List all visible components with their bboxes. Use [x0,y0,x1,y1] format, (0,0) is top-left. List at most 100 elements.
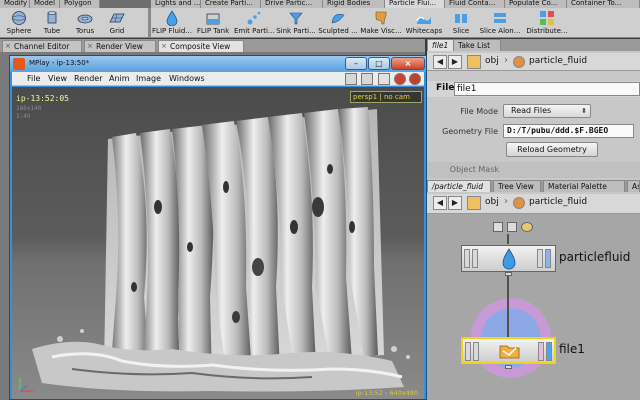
tab-composite-view[interactable]: × Composite View [158,40,244,52]
menu-render[interactable]: Render [74,74,102,83]
mplay-titlebar[interactable]: MPlay - ip-13:50* – □ × [10,56,426,72]
camera-label: persp1 | no cam [353,93,410,101]
tool-sphere[interactable]: Sphere [2,8,36,38]
shelf-tab-lights[interactable]: Lights and ... [151,0,201,8]
shelf-tab-bar: Modify Model Polygon Lights and ... Crea… [0,0,640,8]
maximize-button[interactable]: □ [368,57,390,70]
obj-context-icon[interactable] [467,196,481,210]
forward-icon[interactable]: ▶ [448,55,462,69]
lock-flag[interactable] [473,342,479,361]
close-button[interactable]: × [391,57,425,70]
minimize-icon: – [354,59,358,68]
tool-torus[interactable]: Torus [68,8,102,38]
tool-flip-fluid[interactable]: FLIP Fluid... [152,8,192,38]
file-mode-menu[interactable]: Read Files ⬍ [503,104,591,118]
shelf-tab-particle-fluids[interactable]: Particle Flui... [385,0,445,8]
sphere-icon [12,11,26,25]
template-flag[interactable] [538,342,544,361]
close-icon[interactable]: × [87,41,93,52]
tab-render-view[interactable]: × Render View [84,40,156,52]
node-type-label: File [436,83,455,93]
network-tool-icon[interactable] [507,222,517,232]
path-node[interactable]: particle_fluid [529,56,587,66]
shelf-tab-fluid-containers[interactable]: Fluid Conta... [445,0,505,8]
record-icon[interactable] [409,73,421,85]
fluid-object-icon [513,197,525,209]
render-icon[interactable] [361,73,373,85]
menu-anim[interactable]: Anim [109,74,130,83]
display-flag[interactable] [546,342,552,361]
menu-windows[interactable]: Windows [169,74,205,83]
houdini-window: Modify Model Polygon Lights and ... Crea… [0,0,640,400]
bypass-flag[interactable] [465,342,471,361]
shelf-tab-rigid-bodies[interactable]: Rigid Bodies [323,0,385,8]
tab-take-list[interactable]: Take List [453,39,501,51]
tool-make-viscous[interactable]: Make Visc... [360,8,402,38]
tool-label: Distribute... [526,27,568,35]
path-obj[interactable]: obj [485,197,499,207]
tube-icon [47,11,57,24]
shelf-tab-populate-containers[interactable]: Populate Co... [505,0,567,8]
shelf-tab-modify[interactable]: Modify [0,0,30,8]
tool-slice[interactable]: Slice [446,8,476,38]
emit-particle-icon [247,11,261,25]
node-name-field[interactable]: file1 [454,82,640,96]
node-particlefluid[interactable] [461,245,556,272]
close-icon[interactable]: × [161,41,167,52]
close-icon[interactable]: × [5,41,11,52]
tool-tube[interactable]: Tube [38,8,66,38]
tool-label: Grid [109,27,125,35]
stop-render-icon[interactable] [394,73,406,85]
tool-label: Torus [75,27,95,35]
shelf-tab-create-particles[interactable]: Create Parti... [201,0,261,8]
mplay-image-view[interactable]: ip-13:52:05 186x140 1:49 persp1 | no cam… [12,87,424,399]
shelf-tab-container-tools[interactable]: Container To... [567,0,640,8]
node-label-particlefluid: particlefluid [559,250,631,264]
output-port[interactable] [505,365,512,369]
reload-geometry-button[interactable]: Reload Geometry [506,142,598,157]
path-obj[interactable]: obj [485,56,499,66]
tool-sink-particle[interactable]: Sink Parti... [276,8,316,38]
lock-flag[interactable] [472,249,478,268]
tool-slice-along[interactable]: Slice Alon... [478,8,522,38]
forward-icon[interactable]: ▶ [448,196,462,210]
tab-tree-view[interactable]: Tree View [493,180,541,192]
tool-distribute[interactable]: Distribute... [524,8,570,38]
camera-menu[interactable]: persp1 | no cam [350,91,422,103]
param-header: File file1 [427,81,640,97]
save-icon[interactable] [378,73,390,85]
pin-icon[interactable] [345,73,357,85]
tool-label: Slice Alon... [479,27,521,35]
menu-view[interactable]: View [48,74,67,83]
tool-emit-particle[interactable]: Emit Parti... [234,8,275,38]
shelf-tab-model[interactable]: Model [30,0,60,8]
tab-asset-browser[interactable]: As [627,180,640,192]
back-icon[interactable]: ◀ [433,196,447,210]
back-icon[interactable]: ◀ [433,55,447,69]
minimize-button[interactable]: – [345,57,367,70]
template-flag[interactable] [537,249,543,268]
node-file1[interactable] [461,337,556,364]
display-flag[interactable] [545,249,551,268]
menu-image[interactable]: Image [136,74,161,83]
geometry-file-field[interactable]: D:/T/pubu/ddd.$F.BGEO [503,124,634,138]
sink-particle-icon [289,12,303,25]
tab-channel-editor[interactable]: × Channel Editor [2,40,82,52]
network-editor[interactable]: particlefluid file1 [427,214,640,400]
network-tool-icon[interactable] [493,222,503,232]
tool-sculpted[interactable]: Sculpted ... [318,8,358,38]
tab-particle-fluid[interactable]: /particle_fluid [427,180,491,192]
shelf-tab-drive-particles[interactable]: Drive Partic... [261,0,323,8]
slice-along-icon [494,13,506,23]
path-node[interactable]: particle_fluid [529,197,587,207]
tab-label: Composite View [170,42,231,51]
tool-grid[interactable]: Grid [104,8,130,38]
menu-file[interactable]: File [27,74,40,83]
tab-material-palette[interactable]: Material Palette [543,180,625,192]
obj-context-icon[interactable] [467,55,481,69]
tool-flip-tank[interactable]: FLIP Tank [194,8,232,38]
tool-whitecaps[interactable]: Whitecaps [404,8,444,38]
shelf-tab-polygon[interactable]: Polygon [60,0,100,8]
network-note-icon[interactable] [521,222,533,232]
bypass-flag[interactable] [464,249,470,268]
